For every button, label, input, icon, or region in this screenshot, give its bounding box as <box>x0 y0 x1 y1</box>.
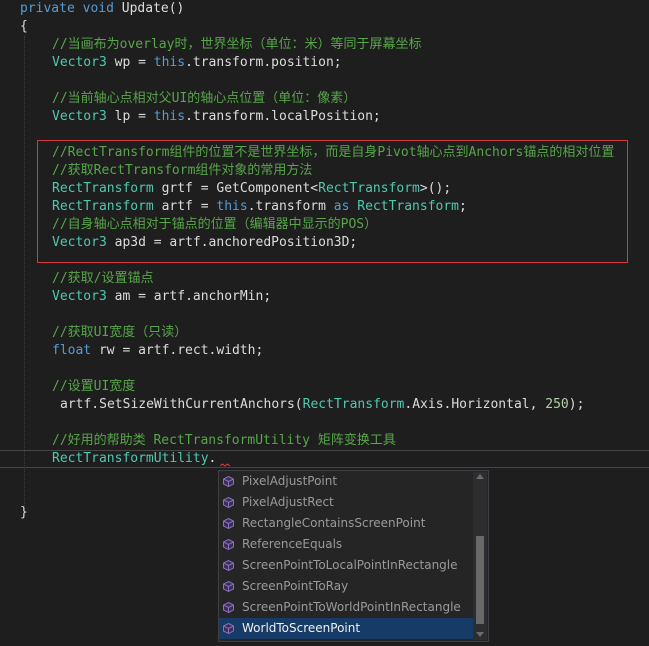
code-line-20[interactable]: float rw = artf.rect.width; <box>52 342 263 360</box>
type-name: RectTransform <box>52 181 154 196</box>
number-literal: 250 <box>545 397 569 412</box>
type-name: RectTransform <box>52 199 154 214</box>
code-line-29[interactable]: } <box>20 504 28 522</box>
autocomplete-scrollbar[interactable] <box>473 472 487 640</box>
code-line-12[interactable]: RectTransform artf = this.transform as R… <box>52 198 467 216</box>
method-cube-icon <box>223 476 234 487</box>
indent-guide <box>24 36 25 506</box>
comment: //获取/设置锚点 <box>52 271 154 286</box>
code-text: ap3d = artf.anchoredPosition3D; <box>106 235 358 250</box>
code-text: ; <box>459 199 467 214</box>
code-line-22[interactable]: //设置UI宽度 <box>52 378 135 396</box>
type-name: Vector3 <box>52 55 107 70</box>
code-line-6[interactable]: //当前轴心点相对父UI的轴心点位置（单位：像素） <box>52 90 356 108</box>
code-line-19[interactable]: //获取UI宽度（只读） <box>52 324 187 342</box>
code-text: wp = <box>106 55 154 70</box>
type-name: Vector3 <box>52 109 107 124</box>
scroll-up-arrow-icon[interactable] <box>476 474 484 479</box>
code-text: .Axis.Horizontal, <box>404 397 546 412</box>
keyword: as <box>333 199 350 214</box>
method-cube-icon <box>223 623 234 634</box>
autocomplete-item[interactable]: PixelAdjustPoint <box>219 471 473 492</box>
comment: //设置UI宽度 <box>52 379 136 394</box>
comment: //当画布为overlay时，世界坐标（单位：米）等同于屏幕坐标 <box>52 37 422 52</box>
keyword: float <box>52 343 92 358</box>
type-name: RectTransform <box>302 397 405 412</box>
scrollbar-thumb[interactable] <box>476 536 484 624</box>
method-cube-icon <box>223 518 234 529</box>
code-line-23[interactable]: artf.SetSizeWithCurrentAnchors(RectTrans… <box>60 396 584 414</box>
code-text: () <box>168 1 185 16</box>
autocomplete-item-label: PixelAdjustPoint <box>242 474 338 488</box>
open-brace: { <box>20 19 28 34</box>
error-squiggle <box>220 463 230 467</box>
keyword: this <box>153 55 186 70</box>
comment: //当前轴心点相对父UI的轴心点位置（单位：像素） <box>52 91 357 106</box>
comment: //RectTransform组件的位置不是世界坐标，而是自身Pivot轴心点到… <box>52 145 615 160</box>
method-cube-icon <box>223 497 234 508</box>
autocomplete-item[interactable]: ReferenceEquals <box>219 534 473 555</box>
method-cube-icon <box>223 581 234 592</box>
method-name: Update <box>121 1 169 16</box>
code-text: .transform <box>247 199 334 214</box>
comment: //获取RectTransform组件对象的常用方法 <box>52 163 313 178</box>
type-name: RectTransform <box>318 181 420 196</box>
code-text: grtf = GetComponent< <box>153 181 319 196</box>
code-line-1[interactable]: private void Update() <box>20 0 184 18</box>
code-text: .transform.localPosition; <box>185 109 381 124</box>
method-cube-icon <box>223 602 234 613</box>
code-line-9[interactable]: //RectTransform组件的位置不是世界坐标，而是自身Pivot轴心点到… <box>52 144 614 162</box>
method-cube-icon <box>223 560 234 571</box>
code-text: lp = <box>106 109 154 124</box>
autocomplete-item[interactable]: ScreenPointToWorldPointInRectangle <box>219 597 473 618</box>
type-name: RectTransformUtility <box>52 451 209 466</box>
code-text: artf = <box>153 199 217 214</box>
type-name: Vector3 <box>52 289 107 304</box>
code-text: artf.SetSizeWithCurrentAnchors( <box>60 397 303 412</box>
autocomplete-item-label: ScreenPointToLocalPointInRectangle <box>242 558 458 572</box>
autocomplete-item-label: ScreenPointToWorldPointInRectangle <box>242 600 461 614</box>
code-line-17[interactable]: Vector3 am = artf.anchorMin; <box>52 288 271 306</box>
comment: //自身轴心点相对于锚点的位置（编辑器中显示的POS） <box>52 217 378 232</box>
code-line-11[interactable]: RectTransform grtf = GetComponent<RectTr… <box>52 180 451 198</box>
autocomplete-popup[interactable]: PixelAdjustPoint PixelAdjustRect Rectangle… <box>218 470 489 642</box>
code-line-14[interactable]: Vector3 ap3d = artf.anchoredPosition3D; <box>52 234 357 252</box>
method-cube-icon <box>223 539 234 550</box>
keyword: private <box>20 1 75 16</box>
type-name: RectTransform <box>357 199 460 214</box>
code-line-7[interactable]: Vector3 lp = this.transform.localPositio… <box>52 108 381 126</box>
code-line-16[interactable]: //获取/设置锚点 <box>52 270 153 288</box>
autocomplete-item[interactable]: RectangleContainsScreenPoint <box>219 513 473 534</box>
scroll-down-arrow-icon[interactable] <box>476 632 484 637</box>
autocomplete-item-label: ReferenceEquals <box>242 537 343 551</box>
code-line-26[interactable]: RectTransformUtility. <box>52 450 216 468</box>
code-line-10[interactable]: //获取RectTransform组件对象的常用方法 <box>52 162 312 180</box>
type-name: Vector3 <box>52 235 107 250</box>
comment: //好用的帮助类 RectTransformUtility 矩阵变换工具 <box>52 433 396 448</box>
code-line-3[interactable]: //当画布为overlay时，世界坐标（单位：米）等同于屏幕坐标 <box>52 36 421 54</box>
autocomplete-item-label: RectangleContainsScreenPoint <box>242 516 426 530</box>
code-line-4[interactable]: Vector3 wp = this.transform.position; <box>52 54 342 72</box>
close-brace: } <box>20 505 28 520</box>
comment: //获取UI宽度（只读） <box>52 325 188 340</box>
autocomplete-item[interactable]: ScreenPointToRay <box>219 576 473 597</box>
code-text: ); <box>568 397 585 412</box>
autocomplete-item-label: ScreenPointToRay <box>242 579 349 593</box>
code-text: am = artf.anchorMin; <box>106 289 272 304</box>
code-line-13[interactable]: //自身轴心点相对于锚点的位置（编辑器中显示的POS） <box>52 216 377 234</box>
code-text: . <box>208 451 217 466</box>
keyword: this <box>153 109 186 124</box>
keyword: void <box>82 1 114 16</box>
code-text: .transform.position; <box>185 55 342 70</box>
autocomplete-item[interactable]: PixelAdjustRect <box>219 492 473 513</box>
autocomplete-item-label: WorldToScreenPoint <box>242 621 361 635</box>
autocomplete-item[interactable]: WorldToScreenPoint <box>219 618 473 639</box>
code-line-25[interactable]: //好用的帮助类 RectTransformUtility 矩阵变换工具 <box>52 432 396 450</box>
code-line-2[interactable]: { <box>20 18 28 36</box>
autocomplete-item-label: PixelAdjustRect <box>242 495 334 509</box>
keyword: this <box>216 199 248 214</box>
code-text: >(); <box>419 181 452 196</box>
code-text: rw = artf.rect.width; <box>91 343 264 358</box>
autocomplete-item[interactable]: ScreenPointToLocalPointInRectangle <box>219 555 473 576</box>
